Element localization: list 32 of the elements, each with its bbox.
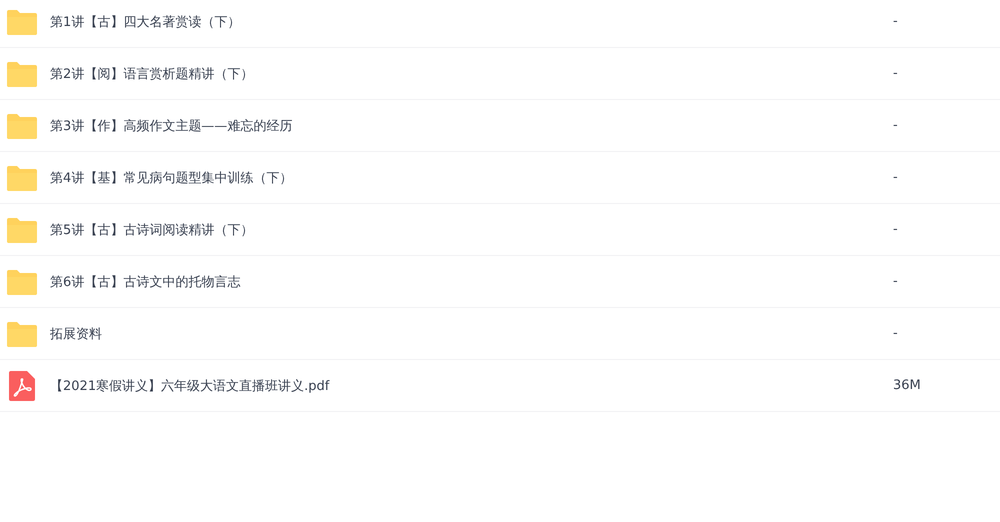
file-size: 36M [893, 378, 921, 393]
file-row[interactable]: 拓展资料 - [0, 308, 1000, 360]
file-size: - [893, 14, 898, 29]
file-row[interactable]: 第5讲【古】古诗词阅读精讲（下） - [0, 204, 1000, 256]
file-row[interactable]: 第6讲【古】古诗文中的托物言志 - [0, 256, 1000, 308]
file-name: 拓展资料 [50, 326, 103, 342]
file-row[interactable]: 第3讲【作】高频作文主题——难忘的经历 - [0, 100, 1000, 152]
folder-icon [7, 60, 37, 86]
file-name: 第4讲【基】常见病句题型集中训练（下） [50, 170, 294, 186]
file-name: 【2021寒假讲义】六年级大语文直播班讲义.pdf [50, 378, 331, 394]
pdf-icon [9, 370, 35, 400]
file-row[interactable]: 第1讲【古】四大名著赏读（下） - [0, 0, 1000, 48]
file-size: - [893, 118, 898, 133]
file-name: 第1讲【古】四大名著赏读（下） [50, 14, 242, 30]
file-size: - [893, 170, 898, 185]
file-size: - [893, 222, 898, 237]
folder-icon [7, 112, 37, 138]
file-name: 第6讲【古】古诗文中的托物言志 [50, 274, 242, 290]
file-name: 第5讲【古】古诗词阅读精讲（下） [50, 222, 254, 238]
file-name: 第3讲【作】高频作文主题——难忘的经历 [50, 118, 294, 134]
file-row[interactable]: 【2021寒假讲义】六年级大语文直播班讲义.pdf 36M [0, 360, 1000, 412]
file-row[interactable]: 第2讲【阅】语言赏析题精讲（下） - [0, 48, 1000, 100]
file-row[interactable]: 第4讲【基】常见病句题型集中训练（下） - [0, 152, 1000, 204]
folder-icon [7, 216, 37, 242]
folder-icon [7, 268, 37, 294]
file-size: - [893, 326, 898, 341]
folder-icon [7, 320, 37, 346]
file-name: 第2讲【阅】语言赏析题精讲（下） [50, 66, 254, 82]
folder-icon [7, 8, 37, 34]
file-size: - [893, 66, 898, 81]
file-size: - [893, 274, 898, 289]
folder-icon [7, 164, 37, 190]
